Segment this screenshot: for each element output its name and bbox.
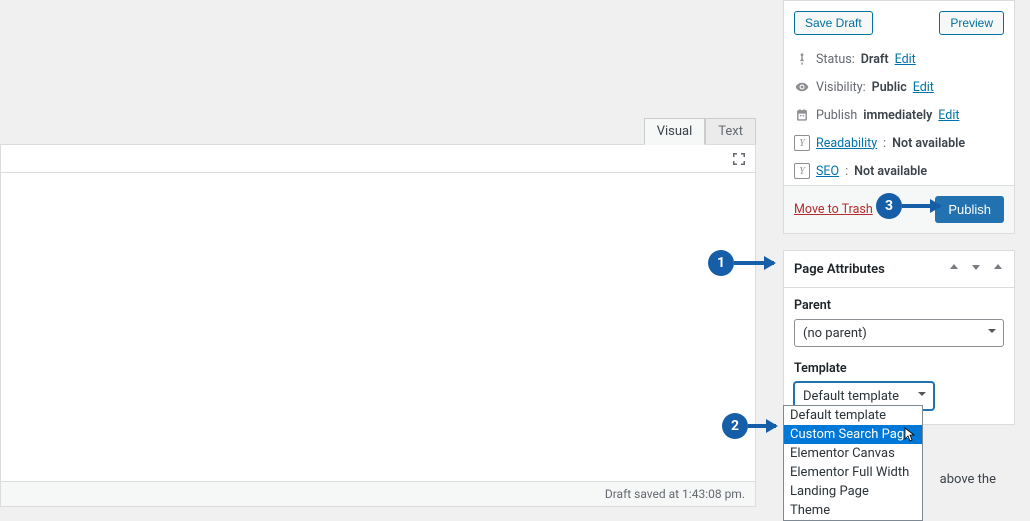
move-to-trash-link[interactable]: Move to Trash xyxy=(794,202,873,217)
readability-link[interactable]: Readability xyxy=(816,136,877,151)
truncated-help-text: above the xyxy=(940,472,996,487)
arrow-1 xyxy=(734,261,774,265)
save-draft-button[interactable]: Save Draft xyxy=(794,11,873,35)
visibility-value: Public xyxy=(872,80,907,95)
autosave-status: Draft saved at 1:43:08 pm. xyxy=(605,487,745,501)
page-attributes-header[interactable]: Page Attributes xyxy=(784,251,1014,288)
preview-button[interactable]: Preview xyxy=(939,11,1004,35)
visibility-row: Visibility: Public Edit xyxy=(784,73,1014,101)
seo-value: Not available xyxy=(854,164,927,179)
tab-visual[interactable]: Visual xyxy=(644,118,706,145)
callout-3: 3 xyxy=(876,193,902,219)
editor-body[interactable] xyxy=(1,173,755,473)
template-option[interactable]: Custom Search Page xyxy=(784,425,922,444)
status-value: Draft xyxy=(861,52,889,67)
callout-2: 2 xyxy=(722,413,748,439)
editor-pane xyxy=(0,144,756,504)
readability-row: Y Readability: Not available xyxy=(784,129,1014,157)
editor-mode-tabs: Visual Text xyxy=(644,118,756,145)
yoast-icon: Y xyxy=(794,135,810,151)
schedule-row: Publish immediately Edit xyxy=(784,101,1014,129)
template-dropdown[interactable]: Default templateCustom Search PageElemen… xyxy=(783,405,923,521)
schedule-prefix: Publish xyxy=(816,108,857,123)
yoast-icon: Y xyxy=(794,163,810,179)
readability-value: Not available xyxy=(892,136,965,151)
edit-status-link[interactable]: Edit xyxy=(895,52,916,67)
arrow-2 xyxy=(748,424,776,428)
editor-toolbar xyxy=(1,145,755,173)
eye-icon xyxy=(794,79,810,95)
status-label: Status: xyxy=(816,52,855,67)
page-attributes-metabox: Page Attributes Parent (no parent) Templ… xyxy=(783,250,1015,425)
editor-footer: Draft saved at 1:43:08 pm. xyxy=(0,481,756,507)
parent-select-value: (no parent) xyxy=(803,326,867,341)
editor-column: Visual Text Draft saved at 1:43:08 pm. xyxy=(0,0,766,519)
template-option[interactable]: Elementor Full Width xyxy=(784,463,922,482)
template-option[interactable]: Landing Page xyxy=(784,482,922,501)
edit-visibility-link[interactable]: Edit xyxy=(913,80,934,95)
template-option[interactable]: Theme xyxy=(784,501,922,520)
move-down-icon[interactable] xyxy=(970,261,982,277)
template-select-value: Default template xyxy=(803,389,899,404)
publish-button[interactable]: Publish xyxy=(935,196,1004,223)
page-attributes-content: Parent (no parent) Template Default temp… xyxy=(784,288,1014,424)
template-option[interactable]: Elementor Canvas xyxy=(784,444,922,463)
parent-select[interactable]: (no parent) xyxy=(794,319,1004,347)
parent-label: Parent xyxy=(794,298,1004,313)
calendar-icon xyxy=(794,107,810,123)
seo-link[interactable]: SEO xyxy=(816,164,839,179)
edit-schedule-link[interactable]: Edit xyxy=(938,108,959,123)
pin-icon xyxy=(794,51,810,67)
toggle-collapse-icon[interactable] xyxy=(992,261,1004,277)
move-up-icon[interactable] xyxy=(948,261,960,277)
arrow-3 xyxy=(902,204,940,208)
fullscreen-icon[interactable] xyxy=(729,149,749,169)
visibility-label: Visibility: xyxy=(816,80,866,95)
sidebar-column: Save Draft Preview Status: Draft Edit Vi… xyxy=(783,0,1015,441)
seo-row: Y SEO: Not available xyxy=(784,157,1014,185)
status-row: Status: Draft Edit xyxy=(784,45,1014,73)
page-attributes-title: Page Attributes xyxy=(794,262,885,277)
template-label: Template xyxy=(794,361,1004,376)
schedule-value: immediately xyxy=(863,108,932,123)
tab-text[interactable]: Text xyxy=(705,118,756,145)
template-option[interactable]: Default template xyxy=(784,406,922,425)
cursor-icon xyxy=(904,427,916,441)
callout-1: 1 xyxy=(708,250,734,276)
